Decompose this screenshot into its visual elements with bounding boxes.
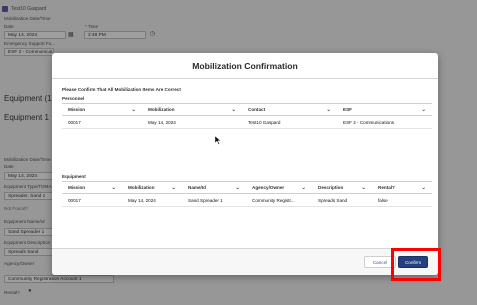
col-mission[interactable]: Mission ⌄ <box>62 107 142 112</box>
personnel-table-header: Mission ⌄ Mobilization ⌄ Contact ⌄ ESF ⌄ <box>62 104 432 116</box>
col-contact[interactable]: Contact ⌄ <box>242 107 337 112</box>
col-name-id[interactable]: Name/Id ⌄ <box>182 185 246 190</box>
cell-mission: 00017 <box>68 119 81 125</box>
mouse-cursor-icon <box>215 136 221 145</box>
modal-title: Mobilization Confirmation <box>192 60 298 71</box>
chevron-down-icon[interactable]: ⌄ <box>421 107 426 112</box>
chevron-down-icon[interactable]: ⌄ <box>361 185 366 190</box>
col-mobilization[interactable]: Mobilization ⌄ <box>122 185 182 190</box>
cell-contact: Test10 Gaspard <box>248 119 281 125</box>
col-agency-owner[interactable]: Agency/Owner ⌄ <box>246 185 312 190</box>
col-esf[interactable]: ESF ⌄ <box>337 107 432 112</box>
col-mission[interactable]: Mission ⌄ <box>62 185 122 190</box>
modal-footer: Cancel Confirm <box>52 248 438 275</box>
cell-name-id: Sand Spreader 1 <box>188 197 223 203</box>
equipment-table-header: Mission ⌄ Mobilization ⌄ Name/Id ⌄ Agency/O… <box>62 182 432 194</box>
col-mobilization[interactable]: Mobilization ⌄ <box>142 107 242 112</box>
cell-esf: ESF 2 - Communications <box>343 119 395 125</box>
chevron-down-icon[interactable]: ⌄ <box>131 107 136 112</box>
cell-agency-owner: Community Registr... <box>252 197 295 203</box>
chevron-down-icon[interactable]: ⌄ <box>235 185 240 190</box>
confirm-instruction: Please Confirm That All Mobilization Ite… <box>62 87 181 92</box>
table-row: 00017 May 14, 2024 Sand Spreader 1 Commu… <box>62 194 432 207</box>
chevron-down-icon[interactable]: ⌄ <box>326 107 331 112</box>
personnel-section-label: Personnel <box>62 96 85 101</box>
chevron-down-icon[interactable]: ⌄ <box>231 107 236 112</box>
cell-mobilization: May 14, 2024 <box>128 197 156 203</box>
chevron-down-icon[interactable]: ⌄ <box>171 185 176 190</box>
cell-mobilization: May 14, 2024 <box>148 119 176 125</box>
chevron-down-icon[interactable]: ⌄ <box>301 185 306 190</box>
modal-header: Mobilization Confirmation <box>52 53 438 79</box>
cell-rental: false <box>378 197 388 203</box>
chevron-down-icon[interactable]: ⌄ <box>421 185 426 190</box>
cell-mission: 00017 <box>68 197 81 203</box>
col-rental[interactable]: Rental? ⌄ <box>372 185 432 190</box>
col-description[interactable]: Description ⌄ <box>312 185 372 190</box>
chevron-down-icon[interactable]: ⌄ <box>111 185 116 190</box>
equipment-section-label: Equipment <box>62 174 86 179</box>
cell-description: Spreads Sand <box>318 197 348 203</box>
personnel-table: Mission ⌄ Mobilization ⌄ Contact ⌄ ESF ⌄ 000… <box>62 103 432 129</box>
table-row: 00017 May 14, 2024 Test10 Gaspard ESF 2 … <box>62 116 432 129</box>
mobilization-confirmation-modal: Mobilization Confirmation Please Confirm… <box>52 53 438 275</box>
highlight-box <box>391 248 441 281</box>
equipment-table: Mission ⌄ Mobilization ⌄ Name/Id ⌄ Agency/O… <box>62 181 432 207</box>
